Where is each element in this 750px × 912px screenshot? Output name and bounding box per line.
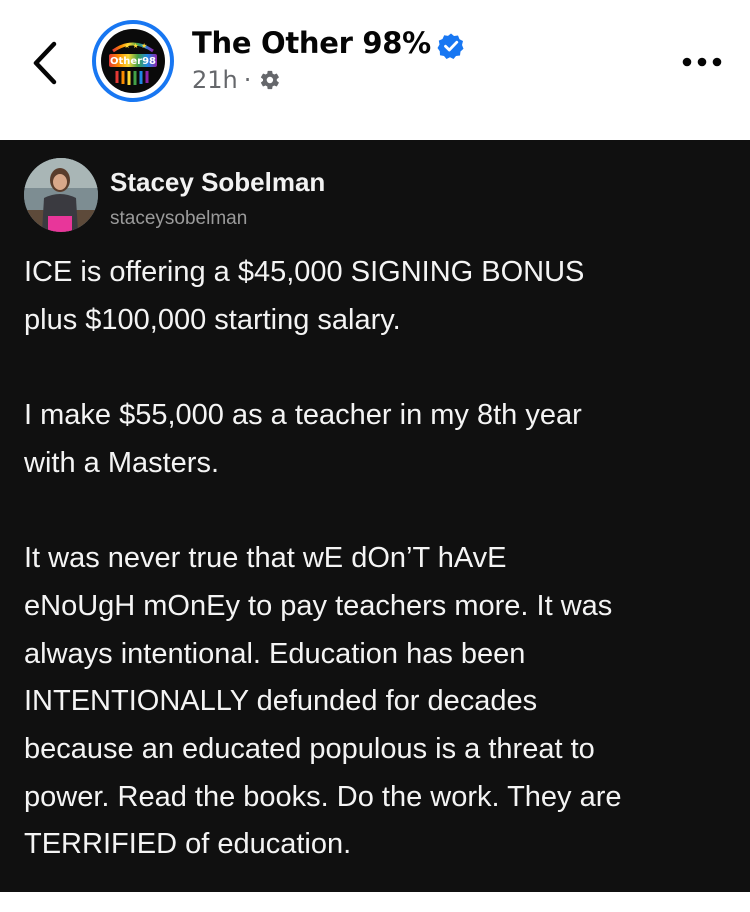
post-paragraph: It was never true that wE dOn’T hAvE eNo… (24, 535, 734, 869)
post-paragraph: I make $55,000 as a teacher in my 8th ye… (24, 392, 734, 487)
page-avatar[interactable]: ★ ★ ★ Other98 (92, 20, 174, 102)
chevron-left-icon (33, 41, 57, 85)
text-line: power. Read the books. Do the work. They… (24, 780, 622, 813)
author-name: Stacey Sobelman (110, 167, 326, 197)
svg-text:★ ★ ★: ★ ★ ★ (124, 42, 147, 50)
text-line: eNoUgH mOnEy to pay teachers more. It wa… (24, 589, 613, 622)
author-avatar (24, 158, 98, 232)
text-line: TERRIFIED of education. (24, 828, 352, 861)
text-line: INTENTIONALLY defunded for decades (24, 685, 538, 718)
back-button[interactable] (26, 38, 66, 88)
post-body: ICE is offering a $45,000 SIGNING BONUS … (24, 249, 734, 869)
verified-badge-icon (437, 33, 464, 59)
post-paragraph: ICE is offering a $45,000 SIGNING BONUS … (24, 249, 734, 344)
page-name[interactable]: The Other 98% (192, 26, 431, 60)
text-line: I make $55,000 as a teacher in my 8th ye… (24, 399, 582, 432)
text-line: It was never true that wE dOn’T hAvE (24, 542, 507, 575)
logo-text: Other98 (110, 56, 156, 67)
shared-post-image[interactable]: Stacey Sobelman staceysobelman ICE is of… (0, 140, 750, 892)
other98-logo: ★ ★ ★ Other98 (101, 29, 165, 93)
text-line: always intentional. Education has been (24, 637, 526, 670)
post-time[interactable]: 21h (192, 66, 238, 94)
post-header: ★ ★ ★ Other98 The Other 98% 21h · (0, 0, 750, 140)
feed-divider (0, 892, 750, 912)
text-line: because an educated populous is a threat… (24, 733, 595, 765)
meta-separator: · (243, 66, 252, 94)
more-options-button[interactable] (680, 52, 724, 72)
text-line: plus $100,000 starting salary. (24, 303, 401, 336)
gear-icon[interactable] (259, 69, 281, 91)
author-handle: staceysobelman (110, 208, 248, 229)
post-meta: 21h · (192, 66, 281, 94)
more-horizontal-icon (682, 57, 722, 67)
text-line: with a Masters. (24, 446, 219, 479)
text-line: ICE is offering a $45,000 SIGNING BONUS (24, 256, 585, 288)
